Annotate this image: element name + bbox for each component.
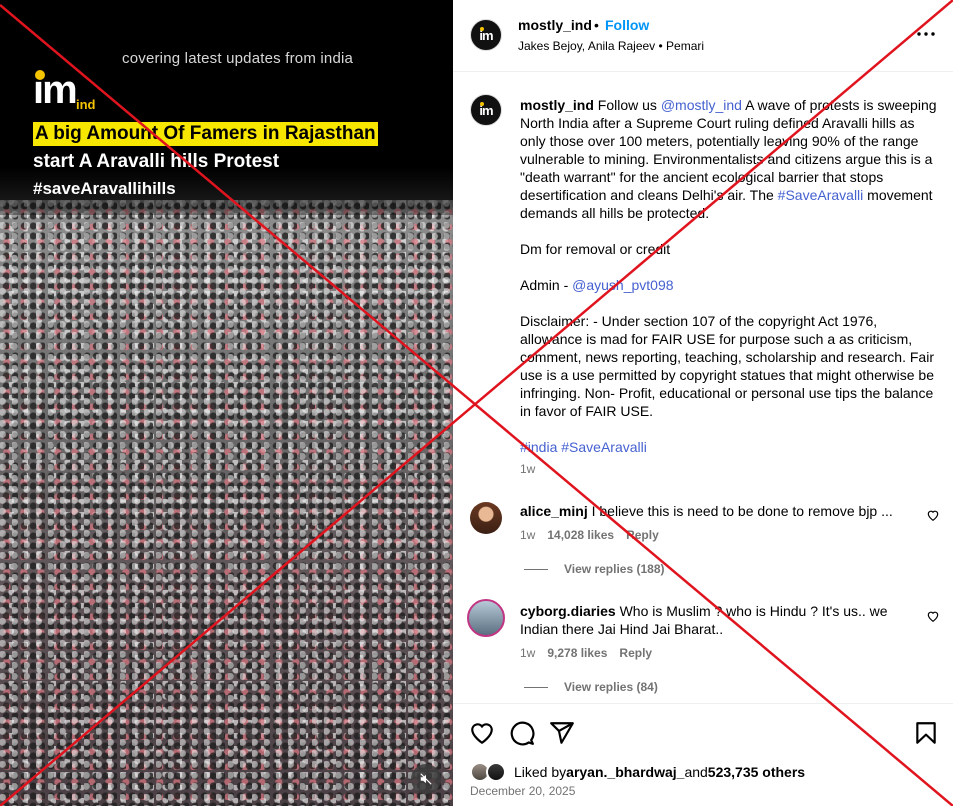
comment-time[interactable]: 1w [520,646,535,660]
hashtag-savearavalli-link[interactable]: #SaveAravalli [561,439,647,455]
admin-mention-link[interactable]: @ayush_pvt098 [572,277,673,293]
comment-heart-icon[interactable] [926,508,940,522]
hashtag-india-link[interactable]: #india [520,439,557,455]
likes-count[interactable]: 523,735 others [708,764,805,780]
author-avatar[interactable]: im [470,19,502,51]
more-horizontal-icon [917,32,935,36]
mention-link[interactable]: @mostly_ind [661,97,742,113]
media-tagline: covering latest updates from india [122,50,354,67]
more-options-button[interactable] [915,24,937,44]
author-username[interactable]: mostly_ind [518,17,592,33]
hashtag-link[interactable]: #SaveAravalli [778,187,864,203]
crowd-image [0,200,453,806]
comment-likes[interactable]: 9,278 likes [547,646,607,660]
separator-dot: • [594,17,599,33]
post-caption: mostly_ind Follow us @mostly_ind A wave … [520,96,940,474]
likes-summary: Liked by aryan._bhardwaj_ and 523,735 ot… [470,762,805,782]
heart-icon[interactable] [469,720,495,746]
view-replies-button[interactable]: View replies (188) [524,562,665,576]
collaborators-audio[interactable]: Jakes Bejoy, Anila Rajeev • Pemari [518,39,704,53]
comment-heart-icon[interactable] [926,609,940,623]
comment-time[interactable]: 1w [520,528,535,542]
media-hashtag: #saveAravallihills [33,179,176,198]
post-date[interactable]: December 20, 2025 [470,784,575,798]
caption-timestamp[interactable]: 1w [520,462,535,476]
comment-likes[interactable]: 14,028 likes [547,528,614,542]
follow-button[interactable]: Follow [605,17,649,33]
brand-logo: im ind [33,68,96,112]
comment-text: I believe this is need to be done to rem… [587,503,893,519]
post-details-panel: im mostly_ind • Follow Jakes Bejoy, Anil… [453,0,953,806]
caption-disclaimer: Disclaimer: - Under section 107 of the c… [520,313,934,419]
comments-scroll-area[interactable]: im mostly_ind Follow us @mostly_ind A wa… [453,72,953,703]
commenter-avatar[interactable] [470,502,502,534]
caption-credit-line: Dm for removal or credit [520,241,671,257]
post-header: im mostly_ind • Follow Jakes Bejoy, Anil… [453,0,953,72]
caption-author-avatar[interactable]: im [470,94,502,126]
commenter-username[interactable]: cyborg.diaries [520,603,616,619]
post-media-video[interactable]: covering latest updates from india im in… [0,0,453,806]
comment-icon[interactable] [509,720,535,746]
commenter-username[interactable]: alice_minj [520,503,588,519]
view-replies-button[interactable]: View replies (84) [524,680,658,694]
media-headline-1: A big Amount Of Famers in Rajasthan [33,122,378,146]
reply-button[interactable]: Reply [626,528,659,542]
commenter-avatar[interactable] [467,599,505,637]
speaker-muted-icon [420,773,432,785]
reply-button[interactable]: Reply [619,646,652,660]
liked-by-username[interactable]: aryan._bhardwaj_ [566,764,684,780]
post-actions-bar: Liked by aryan._bhardwaj_ and 523,735 ot… [453,703,953,806]
bookmark-icon[interactable] [913,720,939,746]
mute-toggle-button[interactable] [411,764,441,794]
liked-by-avatars[interactable] [470,762,508,782]
share-icon[interactable] [549,720,575,746]
caption-username[interactable]: mostly_ind [520,97,594,113]
media-headline-2: start A Aravalli hills Protest [33,151,280,172]
